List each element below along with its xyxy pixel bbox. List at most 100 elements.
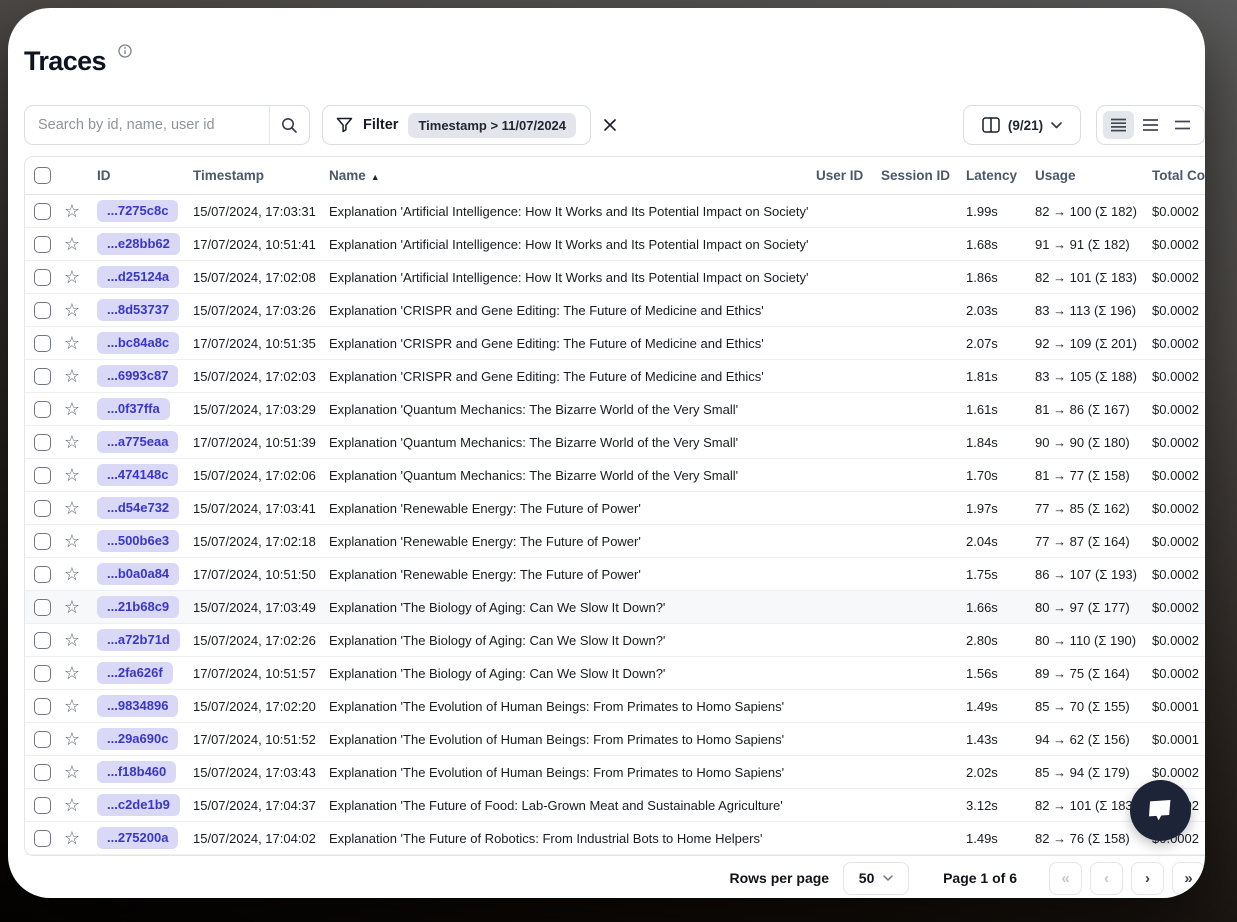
bookmark-star-icon[interactable]: ☆ [64,301,80,319]
row-checkbox[interactable] [34,830,51,847]
trace-id-badge[interactable]: ...21b68c9 [97,596,179,618]
row-checkbox[interactable] [34,566,51,583]
clear-filter-button[interactable] [596,111,624,139]
bookmark-star-icon[interactable]: ☆ [64,796,80,814]
table-row[interactable]: ☆ ...d54e732 15/07/2024, 17:03:41 Explan… [25,492,1205,525]
bookmark-star-icon[interactable]: ☆ [64,631,80,649]
table-row[interactable]: ☆ ...275200a 15/07/2024, 17:04:02 Explan… [25,822,1205,855]
filter-button[interactable]: Filter Timestamp > 11/07/2024 [322,105,591,145]
row-checkbox[interactable] [34,302,51,319]
row-checkbox[interactable] [34,203,51,220]
bookmark-star-icon[interactable]: ☆ [64,367,80,385]
row-height-large-button[interactable] [1167,111,1198,139]
rows-per-page-select[interactable]: 50 [843,862,909,895]
row-checkbox[interactable] [34,665,51,682]
trace-id-badge[interactable]: ...e28bb62 [97,233,180,255]
trace-id-badge[interactable]: ...d25124a [97,266,179,288]
trace-id-badge[interactable]: ...500b6e3 [97,530,179,552]
table-row[interactable]: ☆ ...2fa626f 17/07/2024, 10:51:57 Explan… [25,657,1205,690]
header-total-cost[interactable]: Total Cost [1152,168,1205,183]
row-checkbox[interactable] [34,731,51,748]
row-checkbox[interactable] [34,335,51,352]
info-icon[interactable] [118,44,132,58]
table-row[interactable]: ☆ ...a775eaa 17/07/2024, 10:51:39 Explan… [25,426,1205,459]
row-checkbox[interactable] [34,599,51,616]
trace-id-badge[interactable]: ...c2de1b9 [97,794,180,816]
search-input[interactable] [25,106,269,144]
search-button[interactable] [269,106,309,144]
bookmark-star-icon[interactable]: ☆ [64,268,80,286]
bookmark-star-icon[interactable]: ☆ [64,466,80,484]
trace-id-badge[interactable]: ...6993c87 [97,365,178,387]
column-visibility-button[interactable]: (9/21) [963,105,1081,145]
row-checkbox[interactable] [34,467,51,484]
row-checkbox[interactable] [34,401,51,418]
table-row[interactable]: ☆ ...474148c 15/07/2024, 17:02:06 Explan… [25,459,1205,492]
table-row[interactable]: ☆ ...d25124a 15/07/2024, 17:02:08 Explan… [25,261,1205,294]
header-id[interactable]: ID [89,168,193,183]
row-checkbox[interactable] [34,236,51,253]
row-checkbox[interactable] [34,698,51,715]
trace-id-badge[interactable]: ...d54e732 [97,497,179,519]
table-row[interactable]: ☆ ...21b68c9 15/07/2024, 17:03:49 Explan… [25,591,1205,624]
row-checkbox[interactable] [34,368,51,385]
first-page-button[interactable]: « [1049,862,1082,895]
table-row[interactable]: ☆ ...6993c87 15/07/2024, 17:02:03 Explan… [25,360,1205,393]
table-row[interactable]: ☆ ...7275c8c 15/07/2024, 17:03:31 Explan… [25,195,1205,228]
bookmark-star-icon[interactable]: ☆ [64,829,80,847]
row-checkbox[interactable] [34,764,51,781]
bookmark-star-icon[interactable]: ☆ [64,763,80,781]
filter-badge[interactable]: Timestamp > 11/07/2024 [408,113,576,138]
trace-id-badge[interactable]: ...29a690c [97,728,178,750]
row-checkbox[interactable] [34,533,51,550]
table-row[interactable]: ☆ ...9834896 15/07/2024, 17:02:20 Explan… [25,690,1205,723]
header-user-id[interactable]: User ID [816,168,881,183]
bookmark-star-icon[interactable]: ☆ [64,697,80,715]
trace-id-badge[interactable]: ...bc84a8c [97,332,179,354]
bookmark-star-icon[interactable]: ☆ [64,400,80,418]
bookmark-star-icon[interactable]: ☆ [64,433,80,451]
bookmark-star-icon[interactable]: ☆ [64,235,80,253]
trace-id-badge[interactable]: ...a72b71d [97,629,180,651]
header-name[interactable]: Name▲ [329,168,816,183]
table-row[interactable]: ☆ ...0f37ffa 15/07/2024, 17:03:29 Explan… [25,393,1205,426]
bookmark-star-icon[interactable]: ☆ [64,532,80,550]
bookmark-star-icon[interactable]: ☆ [64,598,80,616]
next-page-button[interactable]: › [1131,862,1164,895]
bookmark-star-icon[interactable]: ☆ [64,334,80,352]
trace-id-badge[interactable]: ...275200a [97,827,178,849]
chat-widget-button[interactable] [1130,780,1191,841]
trace-id-badge[interactable]: ...f18b460 [97,761,176,783]
row-checkbox[interactable] [34,797,51,814]
trace-id-badge[interactable]: ...b0a0a84 [97,563,179,585]
table-row[interactable]: ☆ ...29a690c 17/07/2024, 10:51:52 Explan… [25,723,1205,756]
row-checkbox[interactable] [34,434,51,451]
table-row[interactable]: ☆ ...8d53737 15/07/2024, 17:03:26 Explan… [25,294,1205,327]
trace-id-badge[interactable]: ...a775eaa [97,431,178,453]
trace-id-badge[interactable]: ...2fa626f [97,662,173,684]
header-latency[interactable]: Latency [966,168,1035,183]
trace-id-badge[interactable]: ...8d53737 [97,299,179,321]
last-page-button[interactable]: » [1172,862,1205,895]
table-row[interactable]: ☆ ...e28bb62 17/07/2024, 10:51:41 Explan… [25,228,1205,261]
bookmark-star-icon[interactable]: ☆ [64,565,80,583]
table-row[interactable]: ☆ ...bc84a8c 17/07/2024, 10:51:35 Explan… [25,327,1205,360]
trace-id-badge[interactable]: ...0f37ffa [97,398,170,420]
table-row[interactable]: ☆ ...b0a0a84 17/07/2024, 10:51:50 Explan… [25,558,1205,591]
row-checkbox[interactable] [34,632,51,649]
table-row[interactable]: ☆ ...c2de1b9 15/07/2024, 17:04:37 Explan… [25,789,1205,822]
row-height-small-button[interactable] [1103,111,1134,139]
row-height-medium-button[interactable] [1135,111,1166,139]
bookmark-star-icon[interactable]: ☆ [64,499,80,517]
table-row[interactable]: ☆ ...a72b71d 15/07/2024, 17:02:26 Explan… [25,624,1205,657]
bookmark-star-icon[interactable]: ☆ [64,664,80,682]
trace-id-badge[interactable]: ...474148c [97,464,178,486]
bookmark-star-icon[interactable]: ☆ [64,202,80,220]
trace-id-badge[interactable]: ...7275c8c [97,200,178,222]
header-timestamp[interactable]: Timestamp [193,168,329,183]
bookmark-star-icon[interactable]: ☆ [64,730,80,748]
table-row[interactable]: ☆ ...500b6e3 15/07/2024, 17:02:18 Explan… [25,525,1205,558]
header-usage[interactable]: Usage [1035,168,1152,183]
table-row[interactable]: ☆ ...f18b460 15/07/2024, 17:03:43 Explan… [25,756,1205,789]
select-all-checkbox[interactable] [34,167,51,184]
